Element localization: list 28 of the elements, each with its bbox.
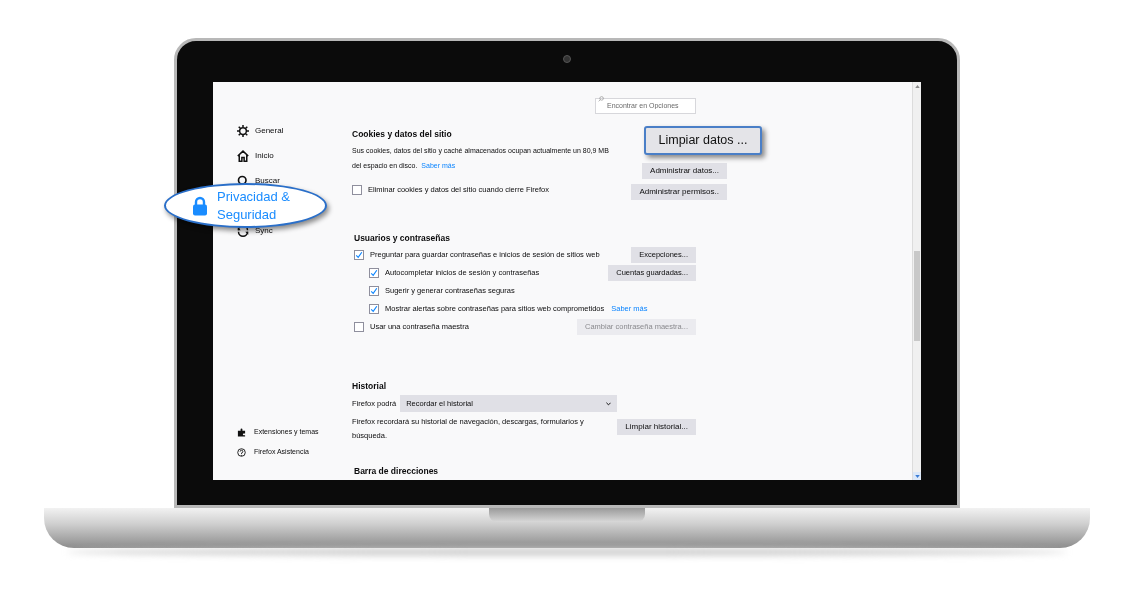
- checkbox[interactable]: [369, 286, 379, 296]
- search-icon: [598, 96, 604, 102]
- arrow-up-icon: [914, 84, 920, 88]
- chevron-down-icon: [606, 401, 612, 406]
- button[interactable]: Limpiar historial...: [617, 419, 696, 435]
- section-heading: Historial: [352, 380, 387, 393]
- sidebar-item[interactable]: Inicio: [237, 149, 274, 162]
- checkbox[interactable]: [354, 322, 364, 332]
- sidebar-item[interactable]: Privacidad & Seguridad: [164, 183, 327, 228]
- lock-icon: [192, 195, 208, 216]
- checkbox[interactable]: [369, 268, 379, 278]
- gear-icon: [237, 124, 249, 137]
- sidebar-item[interactable]: General: [237, 124, 284, 137]
- section-heading: Barra de direcciones: [354, 465, 440, 478]
- checkbox[interactable]: [354, 250, 364, 260]
- button[interactable]: Administrar permisos..: [631, 184, 727, 200]
- camera-icon: [563, 55, 571, 63]
- arrow-down-icon: [914, 474, 920, 478]
- checkbox[interactable]: [352, 184, 362, 195]
- section-heading: Cookies y datos del sitio: [352, 128, 453, 141]
- section-heading: Usuarios y contraseñas: [354, 232, 451, 245]
- checkbox[interactable]: [369, 304, 379, 314]
- scrollbar-thumb[interactable]: [914, 251, 920, 341]
- clear-data-button[interactable]: Limpiar datos ...: [644, 126, 762, 155]
- button[interactable]: Administrar datos...: [642, 163, 727, 179]
- puzzle-icon: [237, 427, 246, 437]
- home-icon: [237, 149, 249, 162]
- help-icon: [237, 447, 246, 457]
